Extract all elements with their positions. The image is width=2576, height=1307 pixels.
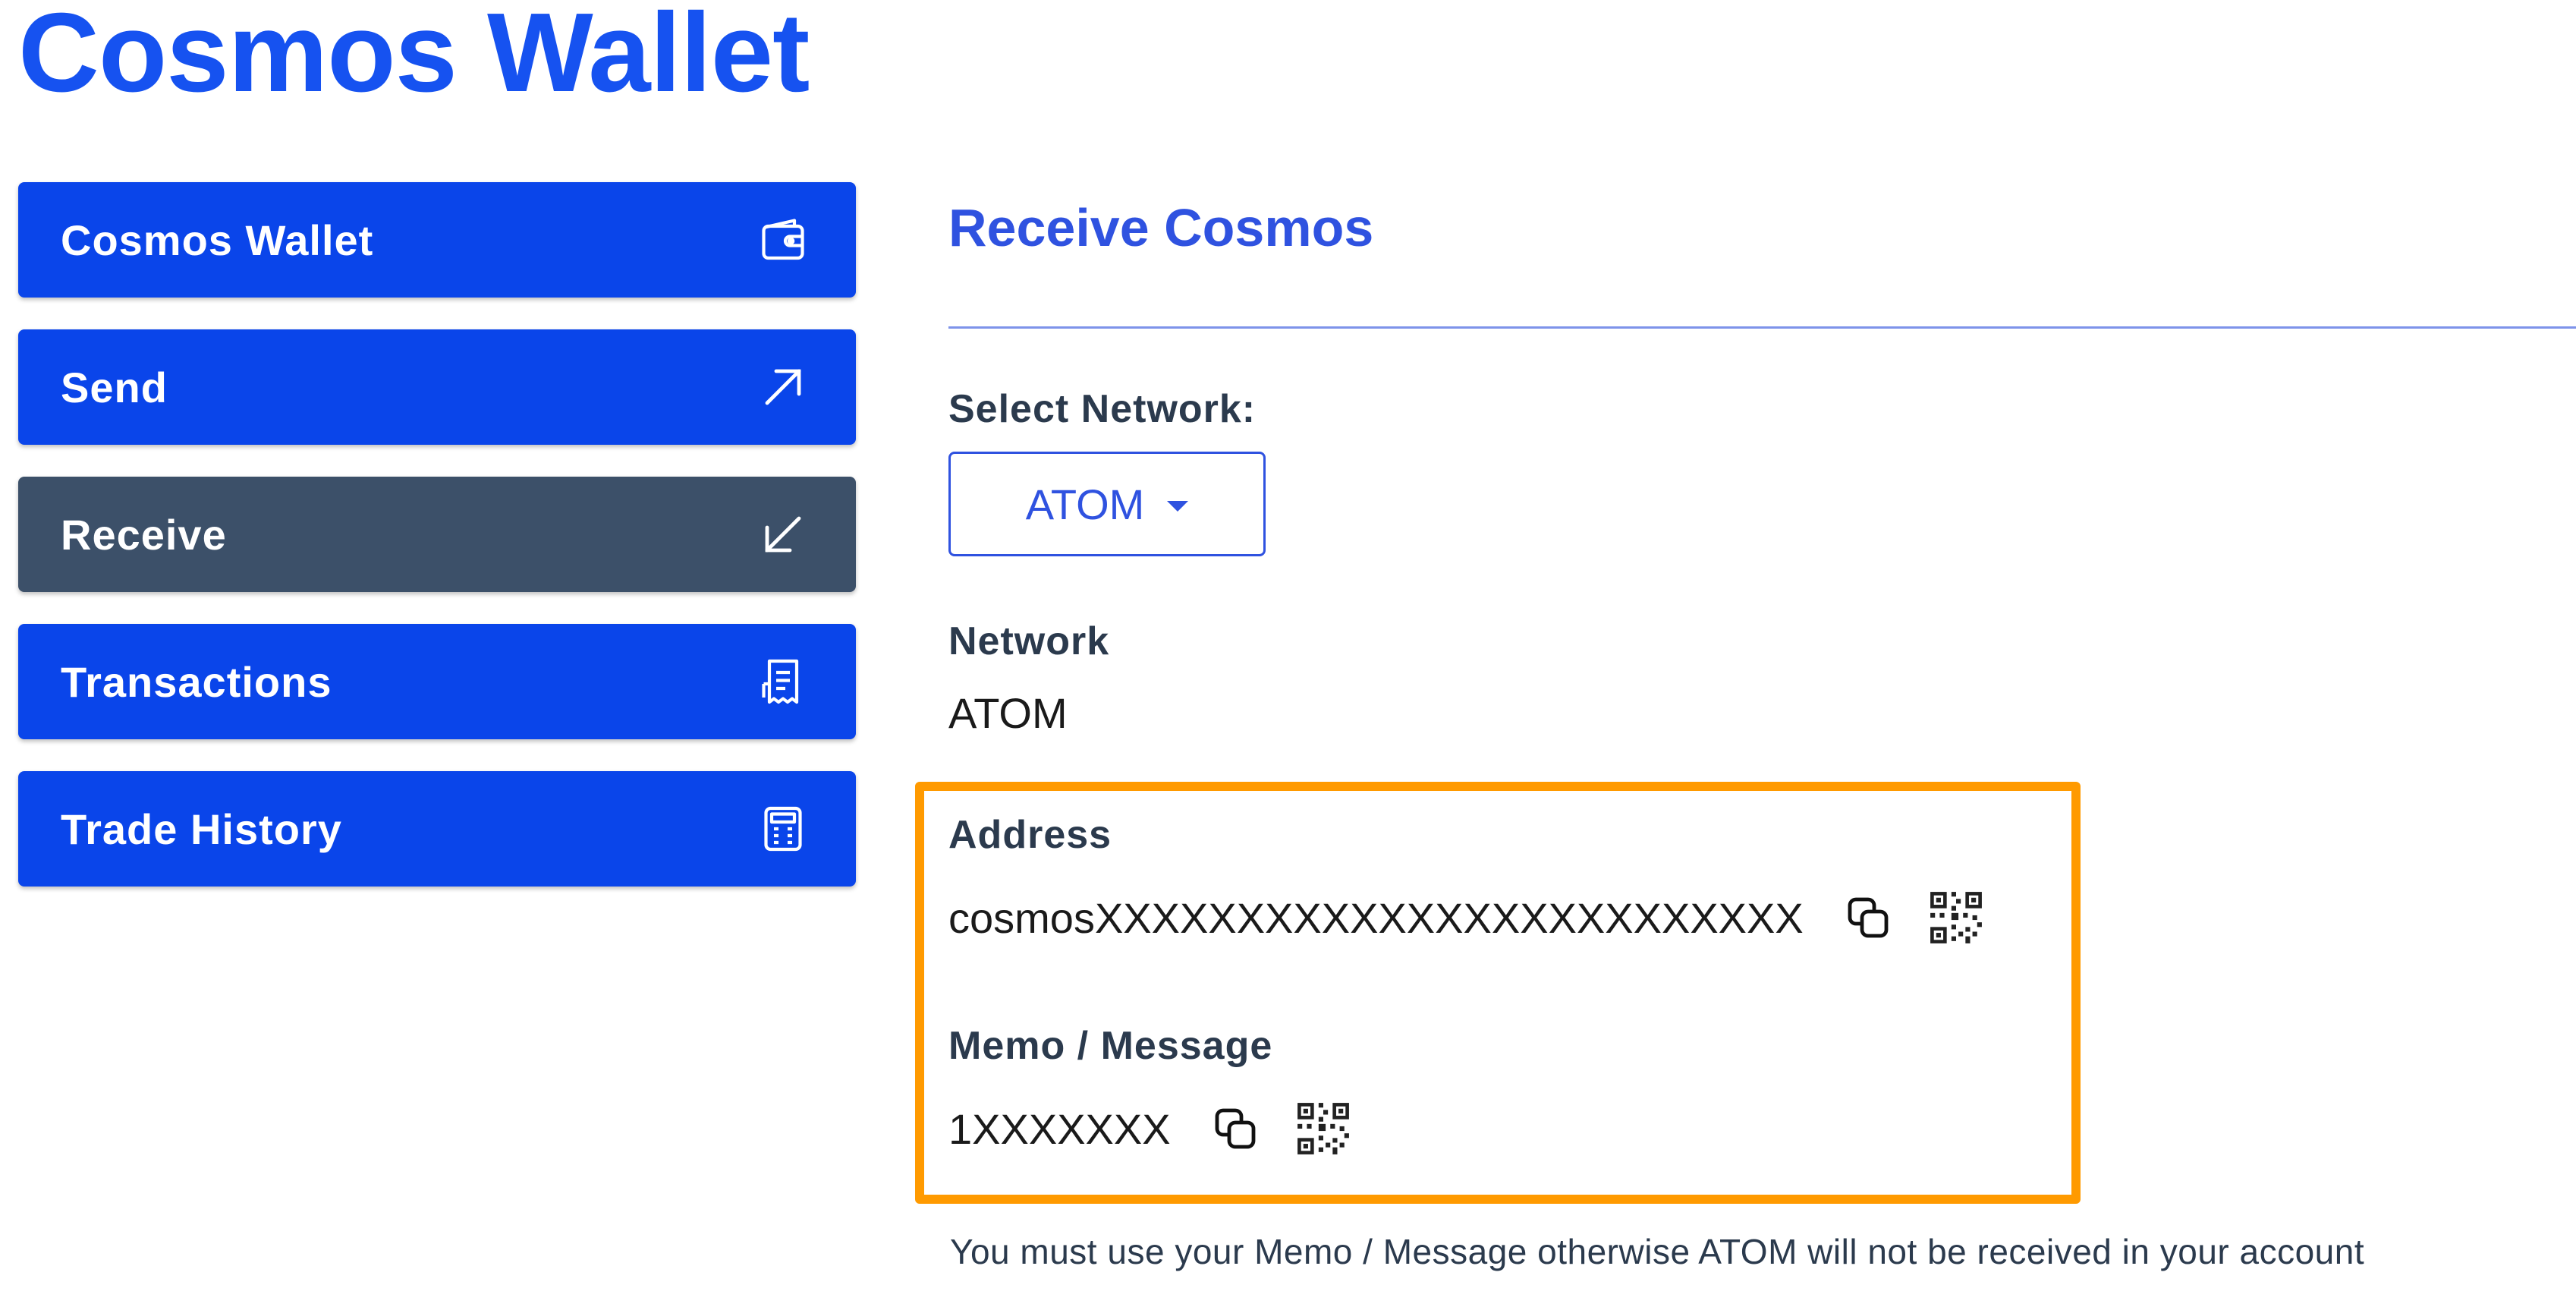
memo-warning: You must use your Memo / Message otherwi… [950,1232,2365,1271]
sidebar-item-transactions[interactable]: Transactions [18,624,856,739]
sidebar-item-label: Cosmos Wallet [61,216,374,264]
deposit-details: Address cosmosXXXXXXXXXXXXXXXXXXXXXXXXX [948,812,2041,1158]
copy-icon[interactable] [1840,890,1896,946]
network-dropdown[interactable]: ATOM [948,452,1266,556]
network-label: Network [948,619,1110,663]
page-title: Receive Cosmos [948,198,1374,257]
sidebar-item-receive[interactable]: Receive [18,477,856,592]
qr-code-icon[interactable] [1926,888,1986,947]
arrow-up-right-icon [753,357,813,417]
copy-icon[interactable] [1207,1101,1263,1157]
sidebar-item-label: Send [61,363,168,411]
receive-panel: Receive Cosmos Select Network: ATOM Netw… [948,182,2576,738]
title-divider [948,326,2576,329]
memo-label: Memo / Message [948,1024,1273,1068]
address-row: cosmosXXXXXXXXXXXXXXXXXXXXXXXXX [948,888,2041,947]
address-label: Address [948,813,1112,857]
arrow-down-left-icon [753,504,813,565]
sidebar-item-label: Transactions [61,657,332,706]
sidebar-item-cosmos-wallet[interactable]: Cosmos Wallet [18,182,856,298]
receipt-icon [753,651,813,712]
qr-code-icon[interactable] [1294,1099,1353,1158]
chevron-down-icon [1167,501,1189,512]
sidebar-item-send[interactable]: Send [18,329,856,445]
page: Cosmos Wallet Cosmos Wallet Send Receive… [0,0,2576,1307]
sidebar-nav: Cosmos Wallet Send Receive Transactions … [18,182,856,918]
address-value[interactable]: cosmosXXXXXXXXXXXXXXXXXXXXXXXXX [948,893,1804,943]
select-network-label: Select Network: [948,387,1257,431]
memo-value[interactable]: 1XXXXXXX [948,1104,1171,1154]
wallet-icon [753,209,813,270]
sidebar-item-trade-history[interactable]: Trade History [18,771,856,887]
sidebar-item-label: Receive [61,510,227,559]
sidebar-item-label: Trade History [61,805,342,853]
calculator-icon [753,798,813,859]
network-value: ATOM [948,689,1068,737]
memo-row: 1XXXXXXX [948,1099,2041,1158]
network-dropdown-value: ATOM [1025,480,1145,528]
app-title: Cosmos Wallet [18,0,810,115]
